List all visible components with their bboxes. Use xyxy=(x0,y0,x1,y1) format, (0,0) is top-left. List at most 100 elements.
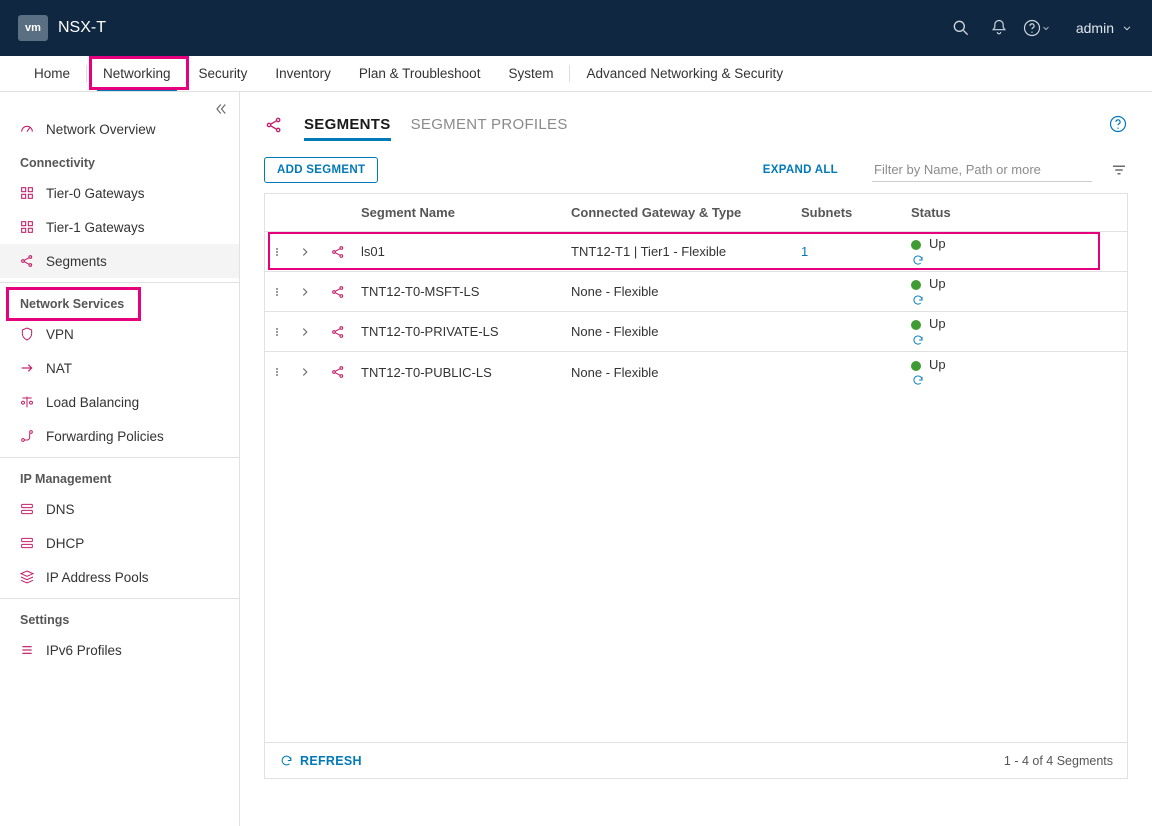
grid-icon xyxy=(18,185,36,201)
cell-gateway: None - Flexible xyxy=(565,284,795,299)
filter-input[interactable] xyxy=(872,158,1092,182)
refresh-label: REFRESH xyxy=(300,754,362,768)
status-refresh-icon[interactable] xyxy=(911,293,1121,307)
status-dot-icon xyxy=(911,240,921,250)
segments-icon xyxy=(264,115,284,135)
cell-subnets[interactable]: 1 xyxy=(795,244,905,259)
cell-status: Up xyxy=(905,316,1127,346)
sidebar-item-nat[interactable]: NAT xyxy=(0,351,239,385)
cell-status: Up xyxy=(905,276,1127,306)
sidebar-group-connectivity: Connectivity xyxy=(0,146,239,176)
arrow-right-icon xyxy=(18,360,36,376)
table-footer: REFRESH 1 - 4 of 4 Segments xyxy=(264,743,1128,779)
collapse-sidebar-icon[interactable] xyxy=(211,100,229,118)
sidebar-item-vpn[interactable]: VPN xyxy=(0,317,239,351)
tab-security[interactable]: Security xyxy=(185,56,262,91)
sidebar-item-fwd[interactable]: Forwarding Policies xyxy=(0,419,239,453)
filter-icon[interactable] xyxy=(1110,161,1128,179)
shield-icon xyxy=(18,326,36,342)
status-refresh-icon[interactable] xyxy=(911,253,1121,267)
sidebar: Network Overview Connectivity Tier-0 Gat… xyxy=(0,92,240,826)
user-menu[interactable]: admin xyxy=(1076,20,1134,36)
cell-segment-name: TNT12-T0-PRIVATE-LS xyxy=(355,324,565,339)
sidebar-item-label: Network Overview xyxy=(46,122,156,137)
sidebar-item-label: DHCP xyxy=(46,536,84,551)
row-expand-icon[interactable] xyxy=(289,285,321,299)
help-icon[interactable] xyxy=(1018,9,1056,47)
row-expand-icon[interactable] xyxy=(289,325,321,339)
row-menu-icon[interactable] xyxy=(265,324,289,340)
row-menu-icon[interactable] xyxy=(265,284,289,300)
segment-type-icon xyxy=(321,284,355,300)
row-expand-icon[interactable] xyxy=(289,365,321,379)
cell-gateway: None - Flexible xyxy=(565,324,795,339)
col-status: Status xyxy=(905,205,1127,220)
row-menu-icon[interactable] xyxy=(265,244,289,260)
expand-all-link[interactable]: EXPAND ALL xyxy=(763,164,838,176)
tab-segments[interactable]: SEGMENTS xyxy=(304,110,391,139)
list-icon xyxy=(18,642,36,658)
sidebar-item-dns[interactable]: DNS xyxy=(0,492,239,526)
tab-advanced[interactable]: Advanced Networking & Security xyxy=(572,56,797,91)
table-row: TNT12-T0-MSFT-LSNone - Flexible Up xyxy=(265,272,1127,312)
col-subnets: Subnets xyxy=(795,205,905,220)
sidebar-group-settings: Settings xyxy=(0,603,239,633)
cell-segment-name: ls01 xyxy=(355,244,565,259)
sidebar-item-tier1[interactable]: Tier-1 Gateways xyxy=(0,210,239,244)
cell-status: Up xyxy=(905,357,1127,387)
sidebar-item-tier0[interactable]: Tier-0 Gateways xyxy=(0,176,239,210)
sidebar-item-label: Tier-1 Gateways xyxy=(46,220,145,235)
refresh-icon xyxy=(279,753,294,768)
table-row: TNT12-T0-PUBLIC-LSNone - FlexibleUp xyxy=(265,352,1127,392)
sidebar-item-ipv6[interactable]: IPv6 Profiles xyxy=(0,633,239,667)
segment-type-icon xyxy=(321,364,355,380)
sidebar-item-label: VPN xyxy=(46,327,74,342)
user-name: admin xyxy=(1076,20,1114,36)
cell-segment-name: TNT12-T0-MSFT-LS xyxy=(355,284,565,299)
gauge-icon xyxy=(18,121,36,137)
tab-inventory[interactable]: Inventory xyxy=(261,56,345,91)
sidebar-item-label: Tier-0 Gateways xyxy=(46,186,145,201)
bell-icon[interactable] xyxy=(980,9,1018,47)
route-icon xyxy=(18,428,36,444)
sidebar-item-label: NAT xyxy=(46,361,72,376)
add-segment-button[interactable]: ADD SEGMENT xyxy=(264,157,378,183)
sidebar-item-ippools[interactable]: IP Address Pools xyxy=(0,560,239,594)
sidebar-group-ip-management: IP Management xyxy=(0,462,239,492)
content-area: SEGMENTS SEGMENT PROFILES ADD SEGMENT EX… xyxy=(240,92,1152,826)
server-icon xyxy=(18,535,36,551)
row-menu-icon[interactable] xyxy=(265,364,289,380)
tab-segment-profiles[interactable]: SEGMENT PROFILES xyxy=(411,110,568,139)
sidebar-item-dhcp[interactable]: DHCP xyxy=(0,526,239,560)
search-icon[interactable] xyxy=(942,9,980,47)
status-refresh-icon[interactable] xyxy=(911,373,1121,387)
col-segment-name: Segment Name xyxy=(355,205,565,220)
tab-home[interactable]: Home xyxy=(20,56,84,91)
stack-icon xyxy=(18,569,36,585)
sidebar-item-label: DNS xyxy=(46,502,75,517)
status-refresh-icon[interactable] xyxy=(911,333,1121,347)
help-circle-icon[interactable] xyxy=(1108,114,1128,134)
sidebar-item-label: Load Balancing xyxy=(46,395,139,410)
refresh-button[interactable]: REFRESH xyxy=(279,753,362,768)
status-dot-icon xyxy=(911,361,921,371)
sidebar-item-overview[interactable]: Network Overview xyxy=(0,112,239,146)
segment-type-icon xyxy=(321,244,355,260)
segments-table: Segment Name Connected Gateway & Type Su… xyxy=(264,193,1128,743)
cell-segment-name: TNT12-T0-PUBLIC-LS xyxy=(355,365,565,380)
tab-system[interactable]: System xyxy=(494,56,567,91)
tab-networking[interactable]: Networking xyxy=(89,56,185,91)
top-navbar: vm NSX-T admin xyxy=(0,0,1152,56)
table-header: Segment Name Connected Gateway & Type Su… xyxy=(265,194,1127,232)
cell-status: Up xyxy=(905,236,1127,266)
tab-plan-troubleshoot[interactable]: Plan & Troubleshoot xyxy=(345,56,495,91)
segments-toolbar: ADD SEGMENT EXPAND ALL xyxy=(264,157,1128,183)
row-expand-icon[interactable] xyxy=(289,245,321,259)
sidebar-item-label: Segments xyxy=(46,254,107,269)
sidebar-item-segments[interactable]: Segments xyxy=(0,244,239,278)
table-row: TNT12-T0-PRIVATE-LSNone - Flexible Up xyxy=(265,312,1127,352)
sidebar-item-lb[interactable]: Load Balancing xyxy=(0,385,239,419)
sidebar-group-network-services: Network Services xyxy=(0,287,239,317)
grid-icon xyxy=(18,219,36,235)
server-icon xyxy=(18,501,36,517)
